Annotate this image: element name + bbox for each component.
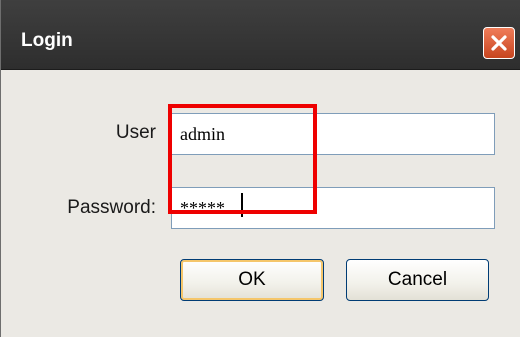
user-label: User	[115, 122, 156, 143]
cancel-button[interactable]: Cancel	[346, 259, 489, 301]
login-dialog: Login User Password: OK Cancel	[0, 0, 520, 337]
window-title: Login	[21, 30, 73, 51]
close-button[interactable]	[483, 27, 515, 59]
close-icon	[489, 33, 509, 53]
password-label: Password:	[67, 197, 156, 218]
title-bar[interactable]: Login	[1, 0, 520, 70]
text-caret	[241, 193, 243, 217]
ok-button[interactable]: OK	[180, 259, 324, 301]
user-input[interactable]	[171, 113, 495, 155]
password-input[interactable]	[171, 187, 495, 229]
